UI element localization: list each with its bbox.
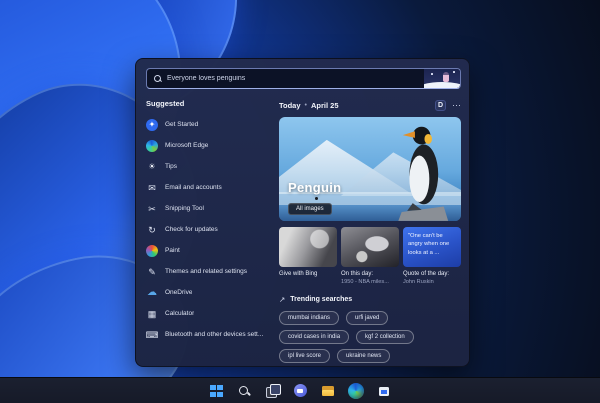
search-box[interactable] xyxy=(146,68,461,89)
profile-badge[interactable]: D xyxy=(435,99,446,111)
hero-title: Penguin xyxy=(288,180,342,195)
suggested-item-label: Check for updates xyxy=(165,226,218,233)
suggested-list: ✦ Get Started Microsoft Edge ☀ Tips ✉ Em… xyxy=(146,114,274,345)
store-icon xyxy=(376,383,392,399)
suggested-item-get-started[interactable]: ✦ Get Started xyxy=(146,114,274,135)
start-button[interactable] xyxy=(205,380,227,402)
paint-icon xyxy=(146,244,158,257)
quote-image: "One can't be angry when one looks at a … xyxy=(403,227,461,267)
suggested-item-check-updates[interactable]: ↻ Check for updates xyxy=(146,219,274,240)
penguin-night-illustration-icon xyxy=(424,69,460,88)
today-label: Today xyxy=(279,100,301,110)
task-view-button[interactable] xyxy=(261,380,283,402)
edge-button[interactable] xyxy=(345,380,367,402)
card-title: Give with Bing xyxy=(279,271,318,277)
suggested-title: Suggested xyxy=(146,99,185,108)
suggested-item-label: OneDrive xyxy=(165,289,193,296)
trending-pill[interactable]: urfi javed xyxy=(346,311,389,326)
trending-pill-list: mumbai indians urfi javed covid cases in… xyxy=(279,311,465,364)
suggested-item-label: Get Started xyxy=(165,121,199,128)
suggested-item-label: Themes and related settings xyxy=(165,268,248,275)
quote-of-the-day-card[interactable]: "One can't be angry when one looks at a … xyxy=(403,227,461,286)
card-subtitle: John Ruskin xyxy=(403,278,434,285)
more-options-icon[interactable]: ⋯ xyxy=(452,100,461,110)
chat-button[interactable] xyxy=(289,380,311,402)
search-panel: Suggested ✦ Get Started Microsoft Edge ☀… xyxy=(135,58,470,367)
suggested-section: Suggested ✦ Get Started Microsoft Edge ☀… xyxy=(146,99,274,345)
check-updates-icon: ↻ xyxy=(148,224,156,235)
suggested-item-label: Paint xyxy=(165,247,180,254)
suggested-item-label: Calculator xyxy=(165,310,195,317)
suggested-item-paint[interactable]: Paint xyxy=(146,240,274,261)
quote-text: "One can't be angry when one looks at a … xyxy=(408,233,450,256)
trending-arrow-icon: ↗ xyxy=(279,295,286,305)
search-icon xyxy=(154,74,162,83)
calculator-icon: ▦ xyxy=(147,308,157,319)
bluetooth-devices-icon: ⌨ xyxy=(145,329,159,340)
carousel-dot xyxy=(315,197,318,200)
penguin-hero-card[interactable]: Penguin All images xyxy=(279,117,461,221)
suggested-item-label: Tips xyxy=(165,163,178,170)
suggested-item-label: Email and accounts xyxy=(165,184,222,191)
daily-header: Today • April 25 D ⋯ xyxy=(279,99,461,111)
microsoft-edge-icon xyxy=(146,139,158,152)
trending-pill[interactable]: mumbai indians xyxy=(279,311,340,326)
snipping-tool-icon: ✂ xyxy=(148,203,156,214)
trending-pill[interactable]: kgf 2 collection xyxy=(356,330,414,345)
suggested-item-bluetooth-devices[interactable]: ⌨ Bluetooth and other devices sett... xyxy=(146,324,274,345)
tips-icon: ☀ xyxy=(148,161,156,171)
suggested-item-themes[interactable]: ✎ Themes and related settings xyxy=(146,261,274,282)
trending-pill[interactable]: covid cases in india xyxy=(279,330,350,345)
suggested-item-label: Bluetooth and other devices sett... xyxy=(165,331,264,338)
suggested-item-onedrive[interactable]: ☁ OneDrive xyxy=(146,282,274,303)
suggested-item-snipping-tool[interactable]: ✂ Snipping Tool xyxy=(146,198,274,219)
store-button[interactable] xyxy=(373,380,395,402)
start-icon xyxy=(208,383,224,399)
all-images-button[interactable]: All images xyxy=(288,203,332,215)
suggested-item-calculator[interactable]: ▦ Calculator xyxy=(146,303,274,324)
file-explorer-button[interactable] xyxy=(317,380,339,402)
onedrive-icon: ☁ xyxy=(147,286,157,298)
give-with-bing-card[interactable]: Give with Bing xyxy=(279,227,337,286)
card-title: Quote of the day: xyxy=(403,271,450,277)
trending-pill[interactable]: ipl live score xyxy=(279,349,331,364)
card-subtitle: 1950 - NBA miles... xyxy=(341,278,389,285)
daily-cards: Give with Bing On this day: 1950 - NBA m… xyxy=(279,227,461,286)
suggested-item-microsoft-edge[interactable]: Microsoft Edge xyxy=(146,135,274,156)
edge-icon xyxy=(348,382,364,399)
on-this-day-image xyxy=(341,227,399,267)
trending-pill[interactable]: ukraine news xyxy=(337,349,391,364)
trending-section: ↗ Trending searches mumbai indians urfi … xyxy=(279,295,461,364)
get-started-icon: ✦ xyxy=(146,118,158,131)
task-view-icon xyxy=(264,383,281,399)
suggested-item-label: Microsoft Edge xyxy=(165,142,209,149)
give-with-bing-image xyxy=(279,227,337,267)
suggested-item-label: Snipping Tool xyxy=(165,205,204,212)
suggested-item-tips[interactable]: ☀ Tips xyxy=(146,156,274,177)
penguin-illustration xyxy=(398,126,448,221)
card-title: On this day: xyxy=(341,271,374,277)
suggested-item-email-accounts[interactable]: ✉ Email and accounts xyxy=(146,177,274,198)
search-input[interactable] xyxy=(167,75,424,82)
daily-section: Today • April 25 D ⋯ Penguin All images … xyxy=(279,99,461,364)
email-accounts-icon: ✉ xyxy=(148,182,156,193)
chat-icon xyxy=(292,383,308,399)
search-button[interactable] xyxy=(233,380,255,402)
date-label: April 25 xyxy=(310,100,339,110)
taskbar xyxy=(0,377,600,403)
file-explorer-icon xyxy=(320,383,336,399)
search-icon xyxy=(236,383,252,399)
separator-dot: • xyxy=(304,101,307,109)
themes-icon: ✎ xyxy=(148,266,156,277)
on-this-day-card[interactable]: On this day: 1950 - NBA miles... xyxy=(341,227,399,286)
trending-title: Trending searches xyxy=(290,296,353,304)
